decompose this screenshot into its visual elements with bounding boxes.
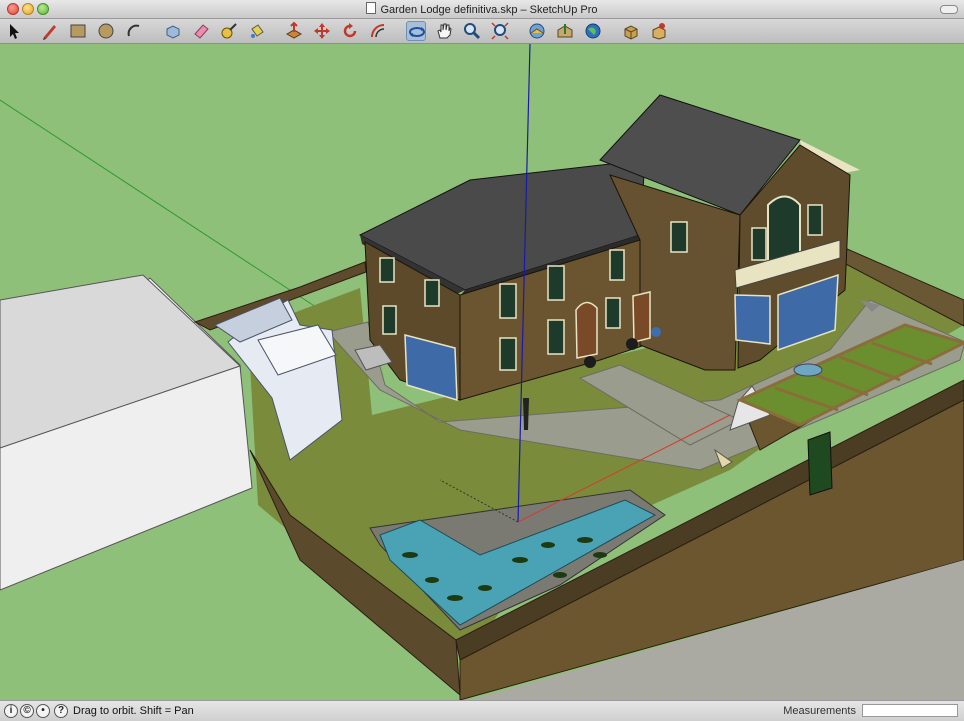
pan-tool-button[interactable]	[434, 21, 454, 41]
info-icon[interactable]: i	[4, 704, 18, 718]
zoom-extents-tool-button[interactable]	[490, 21, 510, 41]
components-box-icon	[624, 25, 638, 40]
get-models-tool-button[interactable]	[527, 21, 547, 41]
garden-gate	[807, 431, 833, 496]
measurements-label: Measurements	[783, 705, 856, 717]
hand-icon	[437, 23, 452, 39]
model-scene	[0, 44, 964, 700]
share-icon	[557, 24, 573, 38]
offset-icon	[371, 24, 385, 38]
status-bar: i © • ? Drag to orbit. Shift = Pan Measu…	[0, 700, 964, 721]
extension-warehouse-tool-button[interactable]	[649, 21, 669, 41]
bird-bath	[793, 363, 823, 377]
rectangle-tool-button[interactable]	[68, 21, 88, 41]
eraser-icon	[194, 24, 209, 39]
arc-tool-button[interactable]	[124, 21, 144, 41]
line-tool-button[interactable]	[40, 21, 60, 41]
tape-measure-icon	[221, 23, 237, 39]
rotate-tool-button[interactable]	[340, 21, 360, 41]
side-door	[632, 291, 651, 343]
front-door	[575, 301, 598, 359]
eraser-tool-button[interactable]	[191, 21, 211, 41]
arc-icon	[127, 24, 140, 37]
document-icon	[366, 2, 377, 14]
share-model-tool-button[interactable]	[555, 21, 575, 41]
magnifier-icon	[464, 23, 481, 40]
title-bar: Garden Lodge definitiva.skp – SketchUp P…	[0, 0, 964, 19]
status-hint-text: Drag to orbit. Shift = Pan	[73, 705, 194, 717]
zoom-extents-icon	[491, 22, 509, 40]
measurements-input[interactable]	[862, 704, 958, 717]
help-icon[interactable]: ?	[54, 704, 68, 718]
extension-icon	[652, 23, 666, 40]
google-earth-tool-button[interactable]	[583, 21, 603, 41]
offset-tool-button[interactable]	[368, 21, 388, 41]
toolbar-toggle-button[interactable]	[940, 5, 958, 14]
component-icon	[166, 25, 180, 39]
user-icon[interactable]: •	[36, 704, 50, 718]
move-icon	[314, 23, 330, 39]
rectangle-icon	[70, 24, 86, 38]
credit-icon[interactable]: ©	[20, 704, 34, 718]
circle-icon	[98, 23, 114, 39]
main-toolbar	[0, 19, 964, 44]
push-pull-tool-button[interactable]	[284, 21, 304, 41]
circle-tool-button[interactable]	[96, 21, 116, 41]
model-viewport[interactable]	[0, 44, 964, 700]
move-tool-button[interactable]	[312, 21, 332, 41]
orbit-tool-button[interactable]	[406, 21, 426, 41]
paint-bucket-tool-button[interactable]	[247, 21, 267, 41]
arrow-cursor-icon	[10, 24, 19, 39]
google-earth-icon	[585, 23, 601, 39]
push-pull-icon	[285, 21, 303, 39]
globe-warehouse-icon	[529, 23, 545, 39]
rotate-icon	[343, 23, 357, 38]
window-title: Garden Lodge definitiva.skp – SketchUp P…	[380, 4, 598, 16]
components-tool-button[interactable]	[621, 21, 641, 41]
zoom-tool-button[interactable]	[462, 21, 482, 41]
make-component-tool-button[interactable]	[163, 21, 183, 41]
orbit-icon	[409, 27, 425, 37]
tape-measure-tool-button[interactable]	[219, 21, 239, 41]
select-tool-button[interactable]	[4, 21, 24, 41]
pencil-icon	[43, 25, 56, 40]
paint-bucket-icon	[251, 24, 264, 38]
